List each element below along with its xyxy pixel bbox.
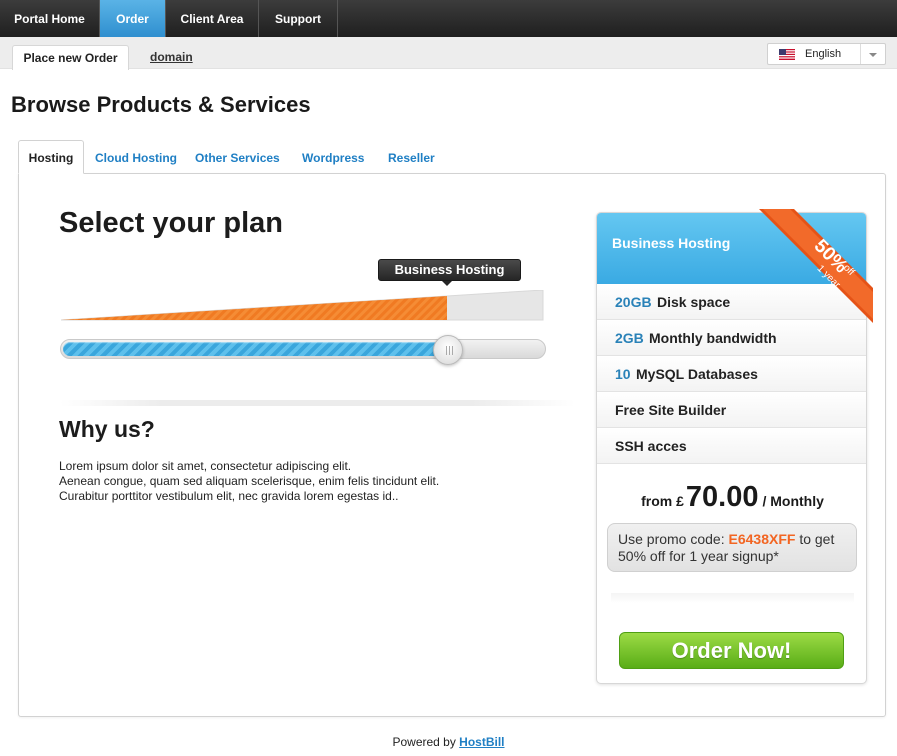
feature-row: SSH acces <box>597 428 866 464</box>
tab-wordpress[interactable]: Wordpress <box>302 151 364 165</box>
feature-label: Free Site Builder <box>615 402 727 418</box>
domain-link[interactable]: domain <box>150 50 193 64</box>
tooltip-arrow <box>442 281 452 286</box>
plan-slider-handle[interactable] <box>433 335 463 365</box>
plan-level-wedge <box>61 290 544 321</box>
feature-value: 20GB <box>615 294 652 310</box>
footer: Powered by HostBill <box>0 735 897 749</box>
plan-tooltip: Business Hosting <box>378 259 521 281</box>
nav-portal-home[interactable]: Portal Home <box>0 0 99 37</box>
page-title: Browse Products & Services <box>11 92 311 117</box>
feature-label: MySQL Databases <box>636 366 758 382</box>
price-amount: 70.00 <box>685 481 759 513</box>
hostbill-link[interactable]: HostBill <box>459 735 504 749</box>
sub-navigation <box>0 37 897 69</box>
language-label: English <box>805 48 842 60</box>
section-divider <box>60 400 575 406</box>
language-divider <box>860 44 861 64</box>
why-us-line: Aenean congue, quam sed aliquam sceleris… <box>59 474 440 488</box>
feature-row: Free Site Builder <box>597 392 866 428</box>
feature-value: 2GB <box>615 330 644 346</box>
why-us-text: Lorem ipsum dolor sit amet, consectetur … <box>59 459 439 504</box>
plan-card-title: Business Hosting <box>612 235 731 251</box>
footer-text: Powered by <box>392 735 460 749</box>
nav-support[interactable]: Support <box>259 0 337 37</box>
price-prefix: from £ <box>641 493 684 509</box>
nav-separator <box>337 0 338 37</box>
chevron-down-icon <box>869 53 877 57</box>
feature-label: Monthly bandwidth <box>649 330 777 346</box>
grip-line <box>446 346 447 355</box>
tab-cloud-hosting[interactable]: Cloud Hosting <box>95 151 177 165</box>
why-us-line: Curabitur porttitor vestibulum elit, nec… <box>59 489 399 503</box>
why-us-line: Lorem ipsum dolor sit amet, consectetur … <box>59 459 352 473</box>
tab-reseller[interactable]: Reseller <box>388 151 435 165</box>
select-plan-heading: Select your plan <box>59 207 284 239</box>
us-flag-icon <box>779 49 795 60</box>
grip-line <box>449 346 450 355</box>
promo-box: Use promo code: E6438XFF to get 50% off … <box>607 523 857 572</box>
feature-value: 10 <box>615 366 631 382</box>
discount-ribbon: 50% off 1 year <box>759 209 873 323</box>
tab-other-services[interactable]: Other Services <box>195 151 280 165</box>
card-divider <box>611 593 854 603</box>
plan-slider-fill <box>63 342 447 356</box>
feature-label: SSH acces <box>615 438 687 454</box>
feature-label: Disk space <box>657 294 731 310</box>
grip-line <box>452 346 453 355</box>
nav-client-area[interactable]: Client Area <box>166 0 258 37</box>
nav-order[interactable]: Order <box>100 0 165 37</box>
plan-slider-track[interactable] <box>60 339 546 359</box>
order-now-button[interactable]: Order Now! <box>619 632 844 669</box>
tab-hosting[interactable]: Hosting <box>18 140 84 174</box>
promo-code: E6438XFF <box>728 531 796 547</box>
feature-row: 10 MySQL Databases <box>597 356 866 392</box>
promo-text: Use promo code: <box>618 531 729 547</box>
price: from £70.00/ Monthly <box>597 481 866 514</box>
top-navigation: Portal Home Order Client Area Support <box>0 0 897 37</box>
language-select[interactable]: English <box>767 43 886 65</box>
tab-place-new-order[interactable]: Place new Order <box>12 45 129 70</box>
price-period: / Monthly <box>762 493 824 509</box>
why-us-heading: Why us? <box>59 416 155 442</box>
